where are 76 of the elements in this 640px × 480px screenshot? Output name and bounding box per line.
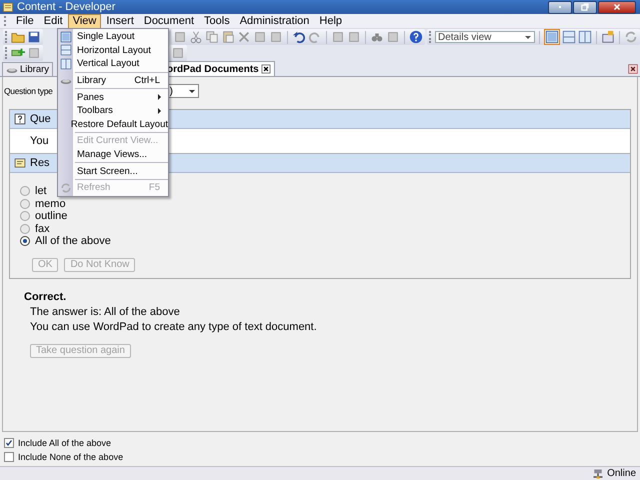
network-icon xyxy=(592,468,604,480)
checkbox-label: Include None of the above xyxy=(18,452,124,462)
option-label: All of the above xyxy=(35,235,111,248)
section-title: Que xyxy=(30,113,51,125)
option-label: let xyxy=(35,185,47,198)
undo-icon[interactable] xyxy=(292,30,306,44)
menu-item[interactable]: Start Screen... xyxy=(58,164,168,178)
minimize-button[interactable] xyxy=(548,0,572,14)
restore-icon xyxy=(580,2,590,12)
checkbox[interactable] xyxy=(4,452,14,462)
option-label: fax xyxy=(35,222,50,235)
question-type-dropdown[interactable]: ) xyxy=(166,84,199,98)
status-text: Online xyxy=(607,468,636,479)
copy-icon[interactable] xyxy=(205,30,219,44)
section-title: Res xyxy=(30,157,50,169)
menu-item[interactable]: Insert xyxy=(101,14,139,28)
window-title: Content - Developer xyxy=(17,1,116,13)
menu-item[interactable]: Help xyxy=(314,14,348,28)
radio-button[interactable] xyxy=(20,198,30,209)
menu-item[interactable]: Vertical Layout xyxy=(58,57,168,71)
checkbox[interactable] xyxy=(4,438,14,448)
check-icon xyxy=(5,439,13,447)
vertical-layout-icon[interactable] xyxy=(578,30,592,44)
refresh-icon xyxy=(60,182,72,194)
question-icon xyxy=(14,113,26,125)
close-icon xyxy=(612,2,622,12)
delete-icon[interactable] xyxy=(237,30,251,44)
toolbar-icon[interactable] xyxy=(331,30,345,44)
close-tab-icon[interactable] xyxy=(260,64,271,74)
response-icon xyxy=(14,157,26,169)
radio-button[interactable] xyxy=(20,224,30,234)
checkbox-label: Include All of the above xyxy=(18,438,112,448)
option-label: outline xyxy=(35,210,68,222)
close-pane-icon[interactable] xyxy=(628,64,638,74)
single-layout-icon[interactable] xyxy=(545,30,559,44)
menu-item[interactable]: Toolbars xyxy=(58,104,168,118)
feedback-title: Correct. xyxy=(24,290,68,302)
radio-button[interactable] xyxy=(20,236,30,246)
toolbar-icon[interactable] xyxy=(171,46,185,60)
radio-button[interactable] xyxy=(20,186,30,196)
toolbar-icon[interactable] xyxy=(173,30,187,44)
app-icon xyxy=(2,1,14,13)
save-icon[interactable] xyxy=(27,30,41,44)
menu-item[interactable]: Horizontal Layout xyxy=(58,44,168,58)
option-label: memo xyxy=(35,198,66,210)
tab[interactable]: Library xyxy=(2,62,54,76)
feedback-text: You can use WordPad to create any type of text document. xyxy=(29,320,318,332)
menu-item[interactable]: Library Ctrl+L xyxy=(58,74,168,88)
close-button[interactable] xyxy=(598,0,636,14)
vertical-layout-icon xyxy=(60,58,72,70)
menu-item[interactable]: Administration xyxy=(234,14,314,28)
refresh-icon[interactable] xyxy=(624,30,638,44)
menu-item[interactable]: File xyxy=(11,14,39,28)
toolbar-icon[interactable] xyxy=(269,30,283,44)
minimize-icon xyxy=(556,6,564,8)
menu-item[interactable]: Single Layout xyxy=(58,30,168,44)
feedback-text: The answer is: All of the above xyxy=(29,306,181,318)
menu-item[interactable]: Tools xyxy=(199,14,235,28)
properties-icon[interactable] xyxy=(601,30,615,44)
help-icon[interactable] xyxy=(409,30,423,44)
cut-icon[interactable] xyxy=(189,30,203,44)
view-dropdown[interactable]: Details view xyxy=(435,31,535,43)
radio-button[interactable] xyxy=(20,211,30,222)
menu-item[interactable]: Panes xyxy=(58,90,168,104)
toolbar-icon[interactable] xyxy=(253,30,267,44)
horizontal-layout-icon[interactable] xyxy=(562,30,576,44)
paste-icon[interactable] xyxy=(221,30,235,44)
toolbar-icon[interactable] xyxy=(347,30,361,44)
single-layout-icon xyxy=(60,30,72,43)
menu-item[interactable]: Restore Default Layout xyxy=(58,118,168,132)
menu-item[interactable]: Edit xyxy=(38,14,68,28)
menu-item[interactable]: Document xyxy=(138,14,200,28)
menu-item[interactable]: View xyxy=(68,14,102,28)
horizontal-layout-icon xyxy=(60,44,72,56)
restore-button[interactable] xyxy=(573,0,597,14)
question-type-label: Question type xyxy=(4,86,53,96)
